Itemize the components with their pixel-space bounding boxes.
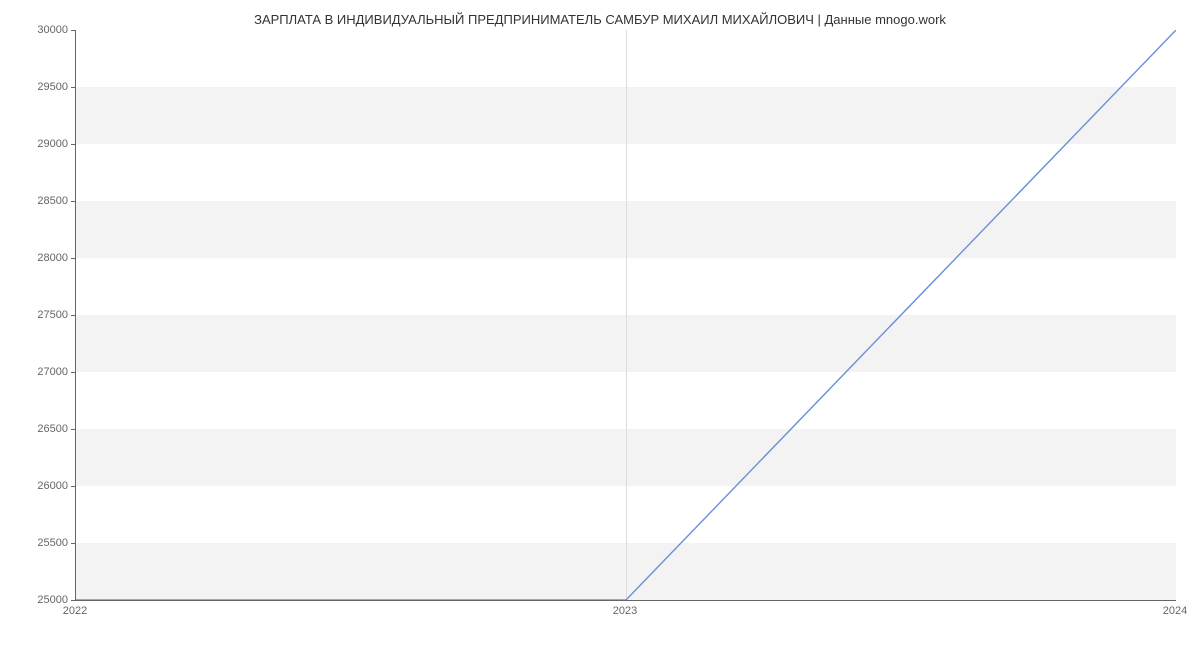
y-tick-mark	[71, 600, 75, 601]
y-tick-label: 27500	[8, 309, 68, 321]
y-tick-label: 25500	[8, 537, 68, 549]
x-tick-label: 2024	[1163, 605, 1187, 617]
y-tick-label: 25000	[8, 594, 68, 606]
y-tick-mark	[71, 144, 75, 145]
y-tick-label: 28500	[8, 195, 68, 207]
line-layer	[76, 30, 1176, 600]
y-tick-label: 26500	[8, 423, 68, 435]
x-tick-label: 2023	[613, 605, 637, 617]
y-tick-label: 29000	[8, 138, 68, 150]
y-tick-mark	[71, 543, 75, 544]
y-tick-mark	[71, 258, 75, 259]
y-tick-label: 27000	[8, 366, 68, 378]
y-tick-mark	[71, 372, 75, 373]
plot-area	[75, 30, 1176, 601]
y-tick-mark	[71, 486, 75, 487]
series-line	[76, 30, 1176, 600]
y-tick-label: 30000	[8, 24, 68, 36]
y-tick-label: 29500	[8, 81, 68, 93]
y-tick-mark	[71, 201, 75, 202]
y-tick-mark	[71, 315, 75, 316]
x-tick-label: 2022	[63, 605, 87, 617]
chart-title: ЗАРПЛАТА В ИНДИВИДУАЛЬНЫЙ ПРЕДПРИНИМАТЕЛ…	[0, 12, 1200, 27]
y-tick-mark	[71, 30, 75, 31]
y-tick-mark	[71, 87, 75, 88]
y-tick-mark	[71, 429, 75, 430]
chart-container: ЗАРПЛАТА В ИНДИВИДУАЛЬНЫЙ ПРЕДПРИНИМАТЕЛ…	[0, 0, 1200, 650]
y-tick-label: 26000	[8, 480, 68, 492]
y-tick-label: 28000	[8, 252, 68, 264]
